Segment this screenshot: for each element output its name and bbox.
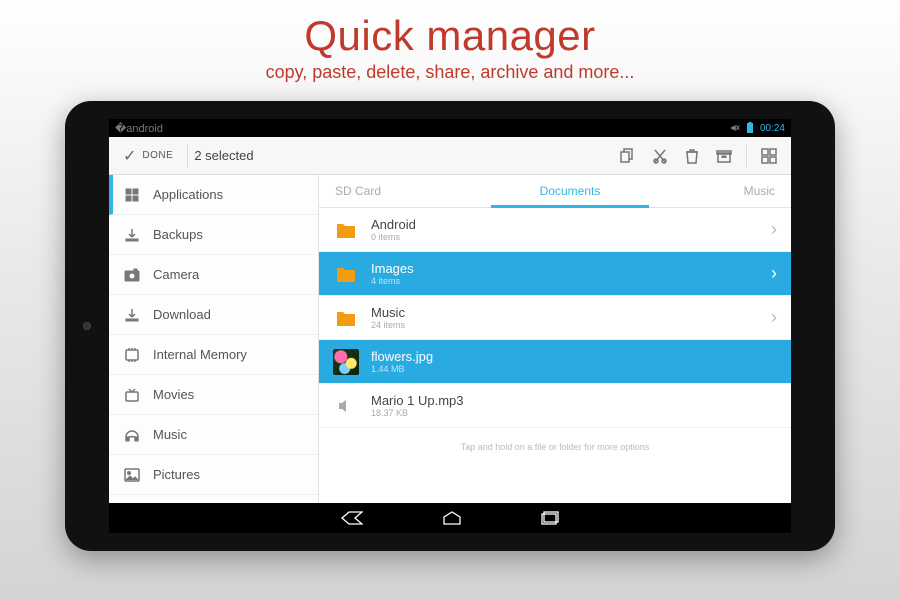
folder-icon [333, 217, 359, 243]
delete-button[interactable] [676, 140, 708, 172]
grid-icon [123, 187, 141, 203]
image-icon [333, 349, 359, 375]
action-bar: ✓ DONE 2 selected [109, 137, 791, 175]
row-sub: 4 items [371, 276, 759, 286]
mute-icon [730, 123, 740, 133]
sidebar-item-applications[interactable]: Applications [109, 175, 318, 215]
debug-icon: �android [115, 122, 163, 135]
download-icon [123, 227, 141, 243]
nav-recents-button[interactable] [541, 511, 559, 525]
check-icon: ✓ [123, 146, 136, 166]
folder-icon [333, 305, 359, 331]
sidebar-item-label: Applications [153, 187, 223, 202]
row-sub: 24 items [371, 320, 759, 330]
divider [746, 144, 747, 168]
sidebar-item-backups[interactable]: Backups [109, 215, 318, 255]
archive-button[interactable] [708, 140, 740, 172]
file-row[interactable]: flowers.jpg1.44 MB [319, 340, 791, 384]
audio-icon [333, 393, 359, 419]
done-button[interactable]: ✓ DONE [115, 137, 181, 174]
sidebar-item-movies[interactable]: Movies [109, 375, 318, 415]
image-thumbnail [333, 349, 359, 375]
memory-icon [123, 347, 141, 363]
sidebar-item-music[interactable]: Music [109, 415, 318, 455]
headphones-icon [123, 427, 141, 443]
sidebar-item-label: Movies [153, 387, 194, 402]
sidebar-item-label: Backups [153, 227, 203, 242]
tab-sdcard[interactable]: SD Card [319, 175, 429, 207]
download-icon [123, 307, 141, 323]
sidebar-item-label: Internal Memory [153, 347, 247, 362]
chevron-right-icon: › [771, 263, 777, 284]
chevron-right-icon: › [771, 307, 777, 328]
path-tabs: SD Card Documents Music [319, 175, 791, 208]
cut-button[interactable] [644, 140, 676, 172]
row-sub: 1.44 MB [371, 364, 777, 374]
copy-button[interactable] [612, 140, 644, 172]
folder-icon [333, 261, 359, 287]
hero-subtitle: copy, paste, delete, share, archive and … [266, 62, 635, 83]
selection-count: 2 selected [194, 148, 253, 163]
sidebar-item-label: Pictures [153, 467, 200, 482]
nav-back-button[interactable] [341, 511, 363, 525]
sidebar-item-label: Camera [153, 267, 199, 282]
hero-title: Quick manager [266, 12, 635, 60]
tab-documents[interactable]: Documents [429, 175, 711, 207]
row-sub: 0 items [371, 232, 759, 242]
row-sub: 18.37 KB [371, 408, 777, 418]
folder-row[interactable]: Music24 items › [319, 296, 791, 340]
tv-icon [123, 387, 141, 403]
tab-music[interactable]: Music [711, 175, 791, 207]
folder-row[interactable]: Images4 items › [319, 252, 791, 296]
file-list[interactable]: Android0 items›Images4 items›Music24 ite… [319, 208, 791, 503]
row-name: Images [371, 261, 759, 276]
clock: 00:24 [760, 123, 785, 134]
sidebar-item-internal-memory[interactable]: Internal Memory [109, 335, 318, 375]
sidebar-item-camera[interactable]: Camera [109, 255, 318, 295]
view-toggle-button[interactable] [753, 140, 785, 172]
row-name: Music [371, 305, 759, 320]
sidebar-item-download[interactable]: Download [109, 295, 318, 335]
row-name: Android [371, 217, 759, 232]
image-icon [123, 467, 141, 483]
android-nav-bar [109, 503, 791, 533]
row-name: Mario 1 Up.mp3 [371, 393, 777, 408]
tablet-camera [83, 322, 91, 330]
nav-home-button[interactable] [443, 511, 461, 525]
sidebar-item-sd-card[interactable]: SD Card11.10 GB free of 11.94 GB [109, 495, 318, 503]
sidebar-item-label: Music [153, 427, 187, 442]
list-hint: Tap and hold on a file or folder for mor… [319, 428, 791, 466]
sidebar-item-pictures[interactable]: Pictures [109, 455, 318, 495]
camera-icon [123, 267, 141, 283]
file-row[interactable]: Mario 1 Up.mp318.37 KB [319, 384, 791, 428]
row-name: flowers.jpg [371, 349, 777, 364]
screen: �android 00:24 ✓ DONE 2 selected [109, 119, 791, 533]
done-label: DONE [142, 150, 173, 161]
divider [187, 144, 188, 168]
sidebar-item-label: Download [153, 307, 211, 322]
tablet-frame: �android 00:24 ✓ DONE 2 selected [65, 101, 835, 551]
main-panel: SD Card Documents Music Android0 items›I… [319, 175, 791, 503]
folder-row[interactable]: Android0 items › [319, 208, 791, 252]
android-status-bar: �android 00:24 [109, 119, 791, 137]
battery-icon [746, 122, 754, 134]
chevron-right-icon: › [771, 219, 777, 240]
sidebar[interactable]: Applications Backups Camera Download Interna… [109, 175, 319, 503]
